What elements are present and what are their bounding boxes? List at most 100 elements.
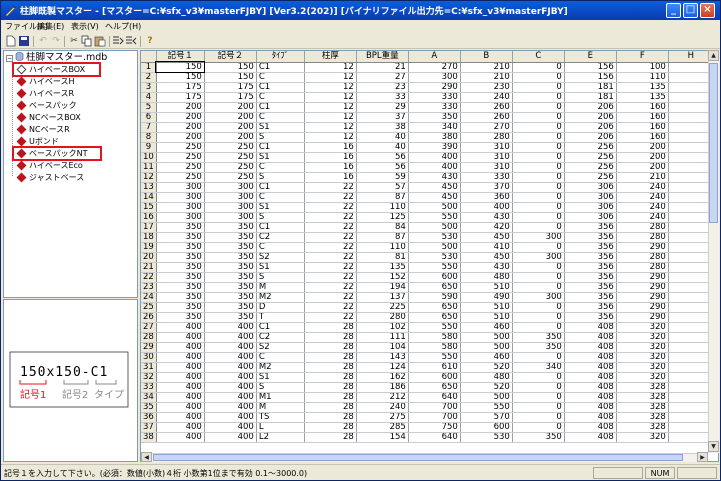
symbol-1-cell[interactable]: 400	[156, 382, 205, 393]
symbol-1-cell[interactable]: 400	[156, 332, 205, 343]
symbol-2-cell[interactable]: 350	[204, 232, 257, 243]
table-row[interactable]: 1 150 150 C1 12 21 270 210 0 156 100	[141, 61, 714, 73]
redo-icon[interactable]: ↷	[50, 35, 62, 47]
bpl-weight-cell[interactable]: 225	[356, 302, 409, 313]
symbol-1-cell[interactable]: 350	[156, 272, 205, 283]
c-cell[interactable]: 350	[512, 342, 565, 353]
e-cell[interactable]: 156	[564, 62, 617, 73]
table-row[interactable]: 27 400 400 C1 28 102 550 460 0 408 320	[141, 322, 714, 333]
bpl-weight-cell[interactable]: 38	[356, 122, 409, 133]
h-cell[interactable]	[668, 152, 714, 163]
c-cell[interactable]: 300	[512, 232, 565, 243]
column-thickness-cell[interactable]: 22	[304, 312, 357, 323]
column-thickness-cell[interactable]: 22	[304, 222, 357, 233]
c-cell[interactable]: 0	[512, 262, 565, 273]
h-cell[interactable]	[668, 282, 714, 293]
row-header[interactable]: 21	[141, 262, 157, 273]
b-cell[interactable]: 500	[460, 342, 513, 353]
symbol-1-cell[interactable]: 300	[156, 212, 205, 223]
a-cell[interactable]: 340	[408, 122, 461, 133]
e-cell[interactable]: 356	[564, 292, 617, 303]
b-cell[interactable]: 410	[460, 242, 513, 253]
type-cell[interactable]: D	[256, 302, 305, 313]
menu-view[interactable]: 表示(V)	[71, 21, 99, 32]
f-cell[interactable]: 320	[616, 352, 669, 363]
column-thickness-cell[interactable]: 28	[304, 422, 357, 433]
table-row[interactable]: 20 350 350 S2 22 81 530 450 300 356 280	[141, 252, 714, 263]
f-cell[interactable]: 290	[616, 292, 669, 303]
table-row[interactable]: 19 350 350 C 22 110 500 410 0 356 290	[141, 242, 714, 253]
h-cell[interactable]	[668, 402, 714, 413]
type-cell[interactable]: C2	[256, 232, 305, 243]
paste-icon[interactable]	[94, 35, 106, 47]
row-header[interactable]: 24	[141, 292, 157, 303]
table-row[interactable]: 25 350 350 D 22 225 650 510 0 356 290	[141, 302, 714, 313]
a-cell[interactable]: 580	[408, 332, 461, 343]
row-header[interactable]: 35	[141, 402, 157, 413]
symbol-2-cell[interactable]: 400	[204, 432, 257, 443]
column-thickness-cell[interactable]: 28	[304, 392, 357, 403]
row-header[interactable]: 15	[141, 202, 157, 213]
row-header[interactable]: 16	[141, 212, 157, 223]
table-row[interactable]: 31 400 400 M2 28 124 610 520 340 408 320	[141, 362, 714, 373]
a-cell[interactable]: 640	[408, 432, 461, 443]
f-cell[interactable]: 135	[616, 82, 669, 93]
vertical-scrollbar[interactable]: ▲ ▼	[708, 50, 719, 453]
bpl-weight-cell[interactable]: 81	[356, 252, 409, 263]
bpl-weight-cell[interactable]: 110	[356, 242, 409, 253]
cut-icon[interactable]: ✂	[68, 35, 80, 47]
scroll-down-icon[interactable]: ▼	[708, 441, 719, 452]
b-cell[interactable]: 600	[460, 422, 513, 433]
row-header[interactable]: 28	[141, 332, 157, 343]
column-header[interactable]: A	[408, 51, 461, 63]
h-cell[interactable]	[668, 342, 714, 353]
h-cell[interactable]	[668, 312, 714, 323]
column-header[interactable]: ﾀｲﾌﾟ	[256, 51, 305, 63]
bpl-weight-cell[interactable]: 143	[356, 352, 409, 363]
symbol-2-cell[interactable]: 400	[204, 392, 257, 403]
symbol-1-cell[interactable]: 250	[156, 152, 205, 163]
h-cell[interactable]	[668, 432, 714, 443]
table-row[interactable]: 15 300 300 S1 22 110 500 400 0 306 240	[141, 202, 714, 213]
e-cell[interactable]: 256	[564, 152, 617, 163]
e-cell[interactable]: 408	[564, 352, 617, 363]
row-header[interactable]: 26	[141, 312, 157, 323]
h-cell[interactable]	[668, 162, 714, 173]
f-cell[interactable]: 160	[616, 102, 669, 113]
a-cell[interactable]: 330	[408, 92, 461, 103]
e-cell[interactable]: 156	[564, 72, 617, 83]
b-cell[interactable]: 550	[460, 402, 513, 413]
row-header[interactable]: 6	[141, 112, 157, 123]
e-cell[interactable]: 206	[564, 132, 617, 143]
e-cell[interactable]: 181	[564, 92, 617, 103]
type-cell[interactable]: M	[256, 282, 305, 293]
type-cell[interactable]: S1	[256, 122, 305, 133]
bpl-weight-cell[interactable]: 154	[356, 432, 409, 443]
bpl-weight-cell[interactable]: 137	[356, 292, 409, 303]
h-cell[interactable]	[668, 242, 714, 253]
bpl-weight-cell[interactable]: 29	[356, 102, 409, 113]
c-cell[interactable]: 340	[512, 362, 565, 373]
tree-item-base-pack[interactable]: ベースパック	[16, 100, 77, 111]
row-header[interactable]: 8	[141, 132, 157, 143]
bpl-weight-cell[interactable]: 40	[356, 132, 409, 143]
bpl-weight-cell[interactable]: 275	[356, 412, 409, 423]
symbol-1-cell[interactable]: 350	[156, 242, 205, 253]
scroll-left-icon[interactable]: ◀	[141, 452, 152, 462]
table-row[interactable]: 21 350 350 S1 22 135 550 430 0 356 280	[141, 262, 714, 273]
h-cell[interactable]	[668, 232, 714, 243]
h-cell[interactable]	[668, 372, 714, 383]
b-cell[interactable]: 310	[460, 142, 513, 153]
h-cell[interactable]	[668, 212, 714, 223]
column-thickness-cell[interactable]: 12	[304, 132, 357, 143]
type-cell[interactable]: L2	[256, 432, 305, 443]
b-cell[interactable]: 240	[460, 92, 513, 103]
c-cell[interactable]: 0	[512, 212, 565, 223]
symbol-2-cell[interactable]: 250	[204, 152, 257, 163]
bpl-weight-cell[interactable]: 135	[356, 262, 409, 273]
column-thickness-cell[interactable]: 16	[304, 142, 357, 153]
f-cell[interactable]: 280	[616, 252, 669, 263]
h-cell[interactable]	[668, 362, 714, 373]
symbol-1-cell[interactable]: 250	[156, 172, 205, 183]
symbol-2-cell[interactable]: 175	[204, 82, 257, 93]
